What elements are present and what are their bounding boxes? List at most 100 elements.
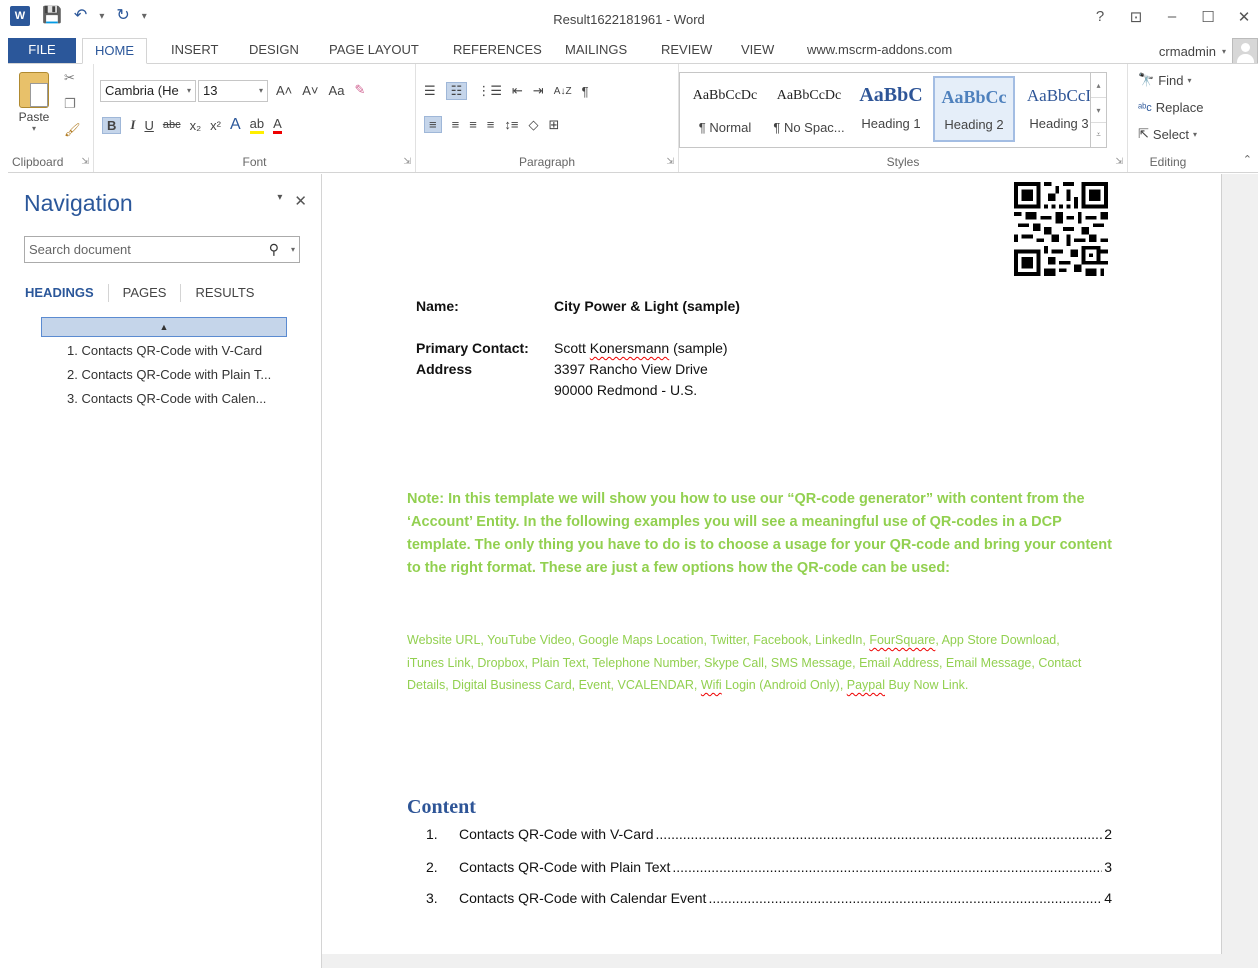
document-page[interactable]: Name: City Power & Light (sample) Primar… — [322, 174, 1222, 954]
style-heading-2[interactable]: AaBbCc Heading 2 — [933, 76, 1015, 142]
shrink-font-icon[interactable]: A˅ — [302, 83, 318, 98]
nav-heading-item[interactable]: 2. Contacts QR-Code with Plain T... — [67, 367, 271, 382]
borders-icon[interactable]: ⊞ — [548, 117, 559, 133]
select-dropdown-icon[interactable]: ▾ — [1193, 130, 1197, 139]
strikethrough-button[interactable]: abc — [163, 119, 181, 131]
align-right-icon[interactable]: ≡ — [469, 117, 477, 132]
superscript-button[interactable]: x² — [210, 118, 221, 133]
align-left-icon[interactable]: ≡ — [424, 116, 442, 133]
style-heading-3[interactable]: AaBbCcI Heading 3 — [1018, 76, 1100, 142]
cut-icon[interactable]: ✂ — [64, 70, 75, 86]
tab-home[interactable]: HOME — [82, 38, 147, 64]
clipboard-launcher-icon[interactable]: ⇲ — [81, 156, 89, 167]
styles-launcher-icon[interactable]: ⇲ — [1115, 156, 1123, 167]
paste-button[interactable]: Paste ▾ — [14, 72, 54, 133]
document-area[interactable]: Name: City Power & Light (sample) Primar… — [322, 174, 1258, 968]
font-color-icon[interactable]: A — [273, 116, 282, 134]
style-no-spacing[interactable]: AaBbCcDc ¶ No Spac... — [768, 76, 850, 142]
find-dropdown-icon[interactable]: ▾ — [1187, 76, 1191, 85]
font-name-value: Cambria (He — [105, 83, 179, 98]
increase-indent-icon[interactable]: ⇥ — [533, 83, 544, 99]
justify-icon[interactable]: ≡ — [487, 117, 495, 132]
bullets-icon[interactable]: ☰ — [424, 83, 436, 99]
change-case-icon[interactable]: Aa — [329, 83, 345, 98]
text-effects-icon[interactable]: A — [230, 116, 241, 134]
italic-button[interactable]: I — [130, 117, 135, 133]
decrease-indent-icon[interactable]: ⇤ — [512, 83, 523, 99]
maximize-button[interactable]: ☐ — [1200, 8, 1216, 26]
tab-mailings[interactable]: MAILINGS — [553, 38, 639, 64]
tab-view[interactable]: VIEW — [729, 38, 786, 64]
close-button[interactable]: ✕ — [1236, 8, 1252, 26]
multilevel-list-icon[interactable]: ⋮☰ — [477, 83, 502, 99]
show-marks-icon[interactable]: ¶ — [582, 84, 589, 99]
toc-row[interactable]: 3. Contacts QR-Code with Calendar Event … — [426, 890, 1112, 906]
avatar[interactable] — [1232, 38, 1258, 64]
paragraph-launcher-icon[interactable]: ⇲ — [666, 156, 674, 167]
tab-references[interactable]: REFERENCES — [441, 38, 554, 64]
font-size-dropdown-icon[interactable]: ▾ — [259, 81, 263, 101]
collapse-ribbon-icon[interactable]: ⌃ — [1243, 153, 1252, 166]
pane-options-icon[interactable]: ▾ — [277, 192, 282, 210]
account-area[interactable]: crmadmin ▾ — [1159, 38, 1258, 64]
center-icon[interactable]: ≡ — [452, 117, 460, 132]
styles-gallery-scroll: ▴ ▾ ⩡ — [1090, 73, 1106, 147]
account-dropdown-icon[interactable]: ▾ — [1222, 47, 1226, 56]
gallery-up-icon[interactable]: ▴ — [1091, 73, 1106, 98]
style-heading-1[interactable]: AaBbC Heading 1 — [850, 76, 932, 142]
nav-heading-item[interactable]: 1. Contacts QR-Code with V-Card — [67, 343, 262, 358]
tab-insert[interactable]: INSERT — [159, 38, 230, 64]
tab-file[interactable]: FILE — [8, 38, 76, 64]
tab-pages[interactable]: PAGES — [123, 284, 182, 302]
search-icon[interactable]: ⚲ — [269, 237, 279, 262]
format-painter-icon[interactable]: 🖌 — [64, 122, 81, 138]
close-pane-icon[interactable]: ✕ — [294, 192, 307, 210]
select-button[interactable]: ⇱ Select ▾ — [1138, 126, 1197, 142]
find-button[interactable]: 🔭 Find ▾ — [1138, 72, 1192, 88]
tab-design[interactable]: DESIGN — [237, 38, 311, 64]
subscript-button[interactable]: x₂ — [190, 118, 202, 133]
minimize-button[interactable]: – — [1164, 8, 1180, 26]
style-normal[interactable]: AaBbCcDc ¶ Normal — [684, 76, 766, 142]
tab-mscrm-addons[interactable]: www.mscrm-addons.com — [795, 38, 964, 64]
account-username[interactable]: crmadmin — [1159, 44, 1216, 59]
tab-headings[interactable]: HEADINGS — [25, 284, 109, 302]
font-size-box[interactable]: 13 ▾ — [198, 80, 268, 102]
gallery-more-icon[interactable]: ⩡ — [1091, 123, 1106, 147]
cursor-arrow-icon: ⇱ — [1138, 126, 1149, 141]
font-row-2: B I U abc x₂ x² A ab A — [102, 116, 282, 134]
bold-button[interactable]: B — [102, 116, 122, 134]
search-document-input[interactable]: Search document ⚲ ▾ — [24, 236, 300, 263]
replace-label: Replace — [1155, 100, 1204, 115]
search-dropdown-icon[interactable]: ▾ — [291, 237, 295, 262]
style-name: Heading 1 — [861, 116, 921, 131]
tab-results[interactable]: RESULTS — [195, 284, 268, 302]
style-sample: AaBbCcDc — [692, 88, 758, 103]
replace-button[interactable]: ᵃᵇc Replace — [1138, 100, 1203, 115]
numbering-icon[interactable]: ☷ — [445, 82, 468, 100]
sort-icon[interactable]: A↓Z — [554, 86, 572, 97]
font-name-dropdown-icon[interactable]: ▾ — [187, 81, 191, 101]
underline-button[interactable]: U — [144, 118, 153, 133]
clear-formatting-icon[interactable]: ✎ — [354, 82, 365, 98]
copy-icon[interactable]: ❐ — [64, 96, 76, 112]
font-launcher-icon[interactable]: ⇲ — [403, 156, 411, 167]
style-sample: AaBbCcDc — [776, 88, 842, 103]
highlight-icon[interactable]: ab — [249, 116, 265, 134]
line-spacing-icon[interactable]: ↕≡ — [504, 117, 518, 132]
grow-font-icon[interactable]: A˄ — [276, 83, 292, 98]
toc-row[interactable]: 2. Contacts QR-Code with Plain Text 3 — [426, 859, 1112, 875]
gallery-down-icon[interactable]: ▾ — [1091, 98, 1106, 123]
select-label: Select — [1152, 126, 1190, 142]
paste-dropdown-icon[interactable]: ▾ — [14, 124, 54, 133]
tab-page-layout[interactable]: PAGE LAYOUT — [317, 38, 431, 64]
nav-heading-item[interactable]: 3. Contacts QR-Code with Calen... — [67, 391, 266, 406]
collapse-headings-icon[interactable]: ▲ — [41, 317, 287, 337]
shading-icon[interactable]: ◇ — [528, 117, 538, 133]
font-name-box[interactable]: Cambria (He ▾ — [100, 80, 196, 102]
toc-page: 3 — [1104, 859, 1112, 875]
ribbon-display-options-icon[interactable]: ⊡ — [1128, 8, 1144, 26]
tab-review[interactable]: REVIEW — [649, 38, 724, 64]
toc-row[interactable]: 1. Contacts QR-Code with V-Card 2 — [426, 826, 1112, 842]
help-icon[interactable]: ? — [1092, 8, 1108, 26]
